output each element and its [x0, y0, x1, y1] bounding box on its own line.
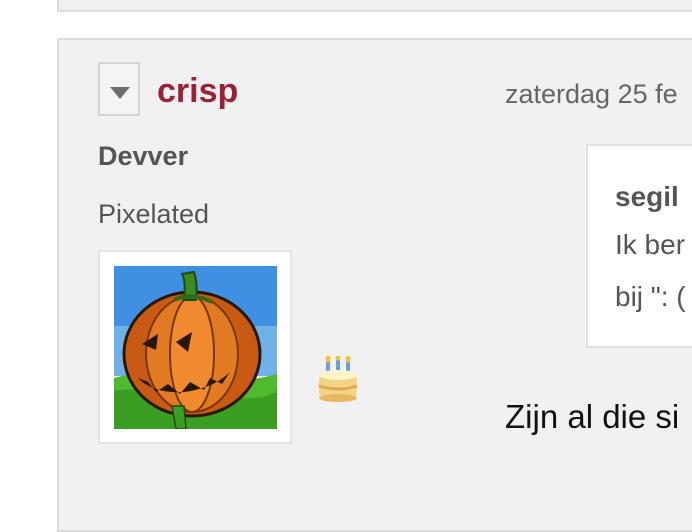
quote-line: bij ": ( — [615, 281, 686, 312]
post-body-text: Zijn al die si — [505, 398, 680, 435]
post-username[interactable]: crisp — [157, 70, 238, 112]
pumpkin-avatar — [114, 266, 277, 429]
chevron-down-icon — [110, 87, 130, 99]
collapse-toggle-button[interactable] — [98, 62, 140, 116]
birthday-cake-icon — [318, 356, 358, 402]
avatar-frame[interactable] — [98, 250, 292, 444]
quote-line: Ik ber — [615, 229, 686, 260]
quote-author: segil — [615, 181, 679, 212]
post-date: zaterdag 25 fe — [505, 79, 678, 109]
user-subtitle: Pixelated — [98, 199, 210, 229]
previous-post-bottom — [57, 0, 692, 12]
user-title: Devver — [98, 141, 189, 171]
